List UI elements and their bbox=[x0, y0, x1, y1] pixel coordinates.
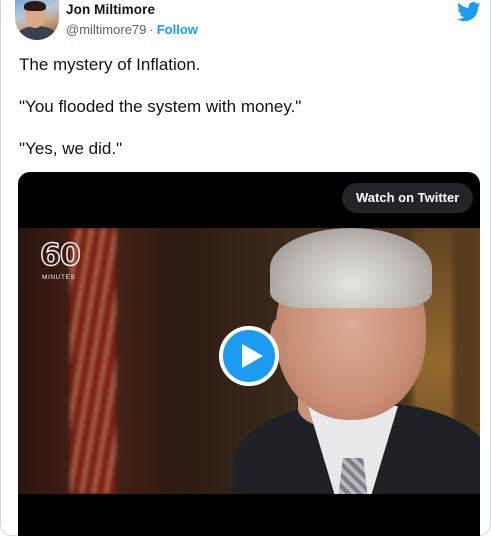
twitter-bird-icon[interactable] bbox=[457, 2, 481, 22]
person-hair bbox=[270, 228, 432, 308]
tweet-text-line-3: "Yes, we did." bbox=[19, 139, 123, 158]
separator-dot: · bbox=[149, 22, 154, 37]
avatar-hair bbox=[24, 1, 46, 11]
follow-link[interactable]: Follow bbox=[157, 22, 198, 37]
author-handle[interactable]: @miltimore79 bbox=[66, 22, 146, 37]
video-player[interactable]: 60 MINUTES Watch on Twitter bbox=[18, 172, 480, 536]
logo-number: 60 bbox=[39, 237, 81, 274]
author-handle-row: @miltimore79 · Follow bbox=[66, 22, 198, 37]
play-icon bbox=[242, 344, 263, 368]
tweet-text-line-2: "You flooded the system with money." bbox=[19, 97, 302, 116]
play-button[interactable] bbox=[219, 326, 279, 386]
embedded-tweet-card: Jon Miltimore @miltimore79 · Follow The my… bbox=[0, 0, 491, 536]
watch-on-twitter-button[interactable]: Watch on Twitter bbox=[342, 183, 474, 213]
logo-word: MINUTES bbox=[42, 274, 76, 281]
avatar[interactable] bbox=[15, 0, 59, 40]
tweet-text-line-1: The mystery of Inflation. bbox=[19, 55, 201, 74]
sixty-minutes-logo: 60 MINUTES bbox=[39, 237, 100, 288]
author-name[interactable]: Jon Miltimore bbox=[66, 2, 155, 17]
avatar-shirt bbox=[17, 26, 57, 40]
